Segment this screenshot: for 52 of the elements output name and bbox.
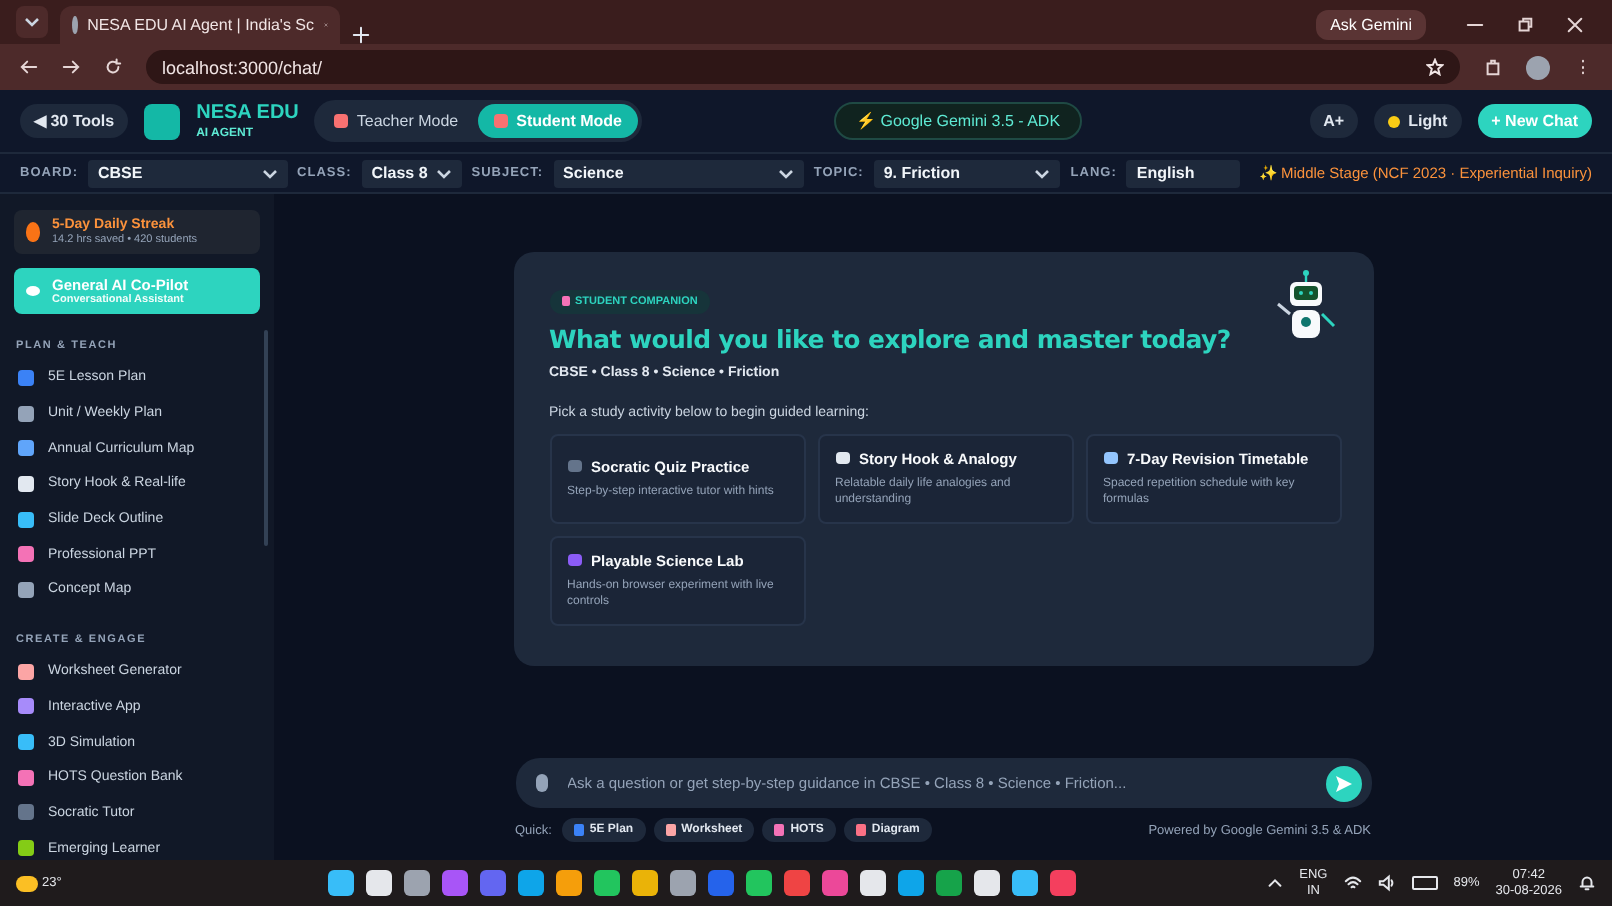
send-button[interactable] (1325, 765, 1361, 801)
close-icon[interactable] (1566, 16, 1584, 34)
app-icon[interactable] (518, 870, 544, 896)
send-icon (1335, 775, 1351, 791)
app-icon[interactable] (594, 870, 620, 896)
caret-icon (435, 165, 452, 181)
app-icon[interactable] (556, 870, 582, 896)
wifi-icon[interactable] (1343, 874, 1362, 892)
battery-icon (1411, 876, 1438, 890)
star-icon[interactable] (1426, 58, 1444, 76)
reload-icon[interactable] (104, 58, 122, 76)
tab-title: NESA EDU AI Agent | India's Sc (87, 16, 315, 34)
filter-dropdown[interactable]: 9. Friction (873, 159, 1061, 187)
theme-button[interactable]: Light (1374, 104, 1462, 138)
filter-dropdown[interactable]: CBSE (88, 159, 288, 187)
caret-icon (24, 14, 40, 30)
brand-name: NESA EDU (196, 103, 299, 123)
forward-icon[interactable] (62, 58, 80, 76)
app-icon[interactable] (404, 870, 430, 896)
filter-dropdown[interactable]: Class 8 (361, 159, 462, 187)
font-size-button[interactable]: A+ (1309, 104, 1359, 138)
tools-button[interactable]: ◀ 30 Tools (20, 104, 129, 138)
ask-gemini-button[interactable]: Ask Gemini (1316, 10, 1426, 40)
tab-list-button[interactable] (16, 6, 48, 38)
filter-field[interactable]: English (1126, 159, 1241, 187)
logo-icon (144, 103, 181, 139)
app-icon[interactable] (632, 870, 658, 896)
filter-dropdown[interactable]: Science (553, 159, 804, 187)
new-tab-icon[interactable] (352, 26, 370, 44)
caret-icon (261, 165, 278, 181)
app-icon[interactable] (670, 870, 696, 896)
app-icon[interactable] (1012, 870, 1038, 896)
chevron-icon[interactable] (1265, 874, 1284, 892)
mic-icon[interactable] (535, 774, 547, 792)
app-icon[interactable] (366, 870, 392, 896)
app-icon[interactable] (860, 870, 886, 896)
app-icon[interactable] (328, 870, 354, 896)
restore-icon[interactable] (1516, 16, 1534, 34)
speaker-icon[interactable] (1377, 874, 1396, 892)
avatar-icon[interactable] (1526, 55, 1550, 79)
browser-tab[interactable]: NESA EDU AI Agent | India's Sc (60, 6, 340, 44)
app-icon[interactable] (974, 870, 1000, 896)
model-badge: ⚡ Google Gemini 3.5 - ADK (834, 102, 1083, 140)
app-icon[interactable] (898, 870, 924, 896)
caret-icon (1034, 165, 1051, 181)
back-icon[interactable] (20, 58, 38, 76)
caret-icon (777, 165, 794, 181)
welcome-heading: What would you like to explore and master today? (549, 324, 1233, 354)
bell-icon[interactable] (1578, 874, 1596, 892)
app-icon[interactable] (746, 870, 772, 896)
mode-tab[interactable]: Teacher Mode (318, 104, 475, 138)
address-bar[interactable]: localhost:3000/chat/ (146, 50, 1460, 84)
